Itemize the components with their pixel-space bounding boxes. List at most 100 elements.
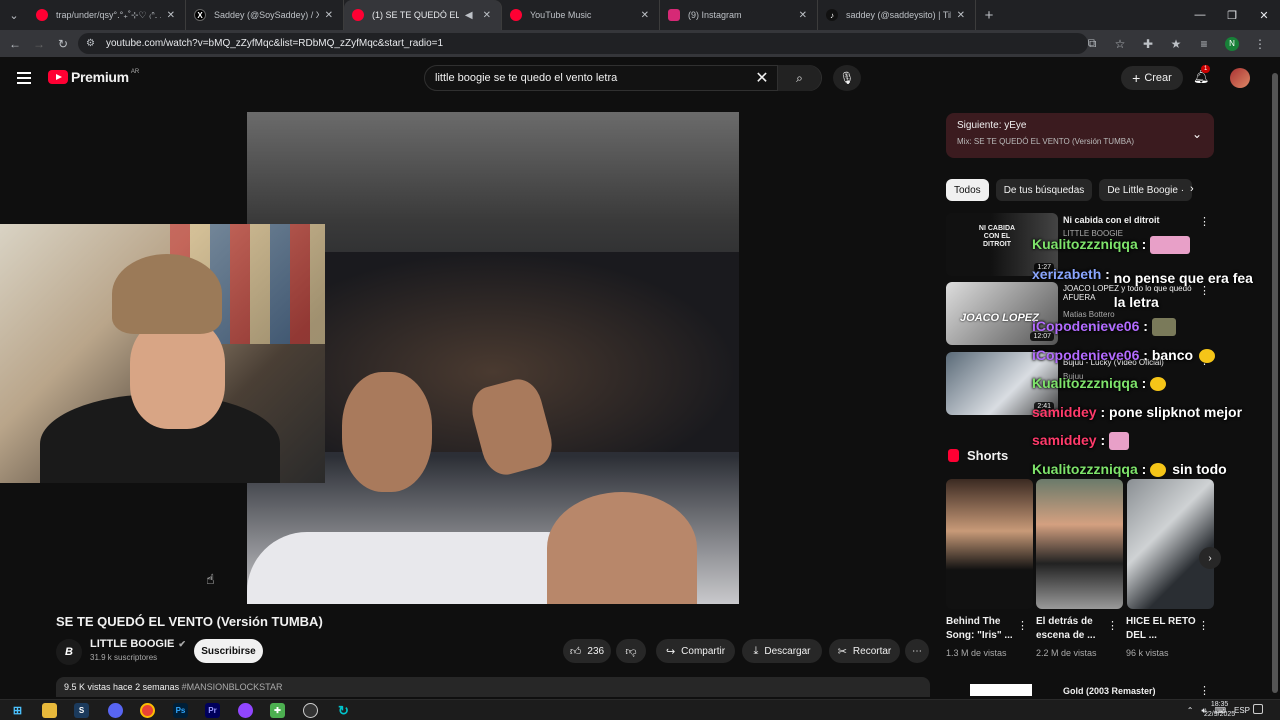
shorts-next-button[interactable]: › xyxy=(1199,547,1221,569)
chat-text: sin todo xyxy=(1172,461,1227,477)
more-vertical-icon[interactable]: ⋮ xyxy=(1198,619,1209,632)
page-scrollbar[interactable] xyxy=(1270,57,1280,699)
windows-start-icon[interactable]: ⊞ xyxy=(10,703,25,718)
tray-overflow-icon[interactable]: ⌃ xyxy=(1187,706,1194,715)
profile-avatar[interactable]: N xyxy=(1225,36,1239,51)
system-clock[interactable]: 18:35 22/9/2025 xyxy=(1204,700,1235,720)
chip-todos[interactable]: Todos xyxy=(946,179,989,201)
bookmarks-icon[interactable]: ★ xyxy=(1162,37,1190,51)
filter-chips: Todos De tus búsquedas De Little Boogie … xyxy=(946,179,1199,201)
tab-title: YouTube Music xyxy=(530,10,592,20)
more-horizontal-icon: ⋯ xyxy=(912,645,922,657)
short-thumbnail[interactable] xyxy=(1127,479,1214,609)
chat-message: xerizabeth : no pense que era fea la let… xyxy=(1032,266,1264,314)
channel-name[interactable]: LITTLE BOOGIE ✔ xyxy=(90,638,186,650)
more-vertical-icon[interactable]: ⋮ xyxy=(1107,619,1118,632)
chevron-right-icon[interactable]: › xyxy=(1190,183,1194,195)
youtube-premium-logo[interactable]: Premium AR xyxy=(48,69,139,85)
chrome-icon[interactable] xyxy=(140,703,155,718)
scrollbar-thumb[interactable] xyxy=(1272,73,1278,693)
speaker-icon[interactable]: ◀︎ xyxy=(465,10,473,21)
account-avatar[interactable] xyxy=(1230,68,1250,88)
close-tab-icon[interactable]: ✕ xyxy=(957,10,965,21)
chat-message: samiddey : pone slipknot mejor xyxy=(1032,404,1243,420)
youtube-music-favicon-icon xyxy=(510,9,522,21)
clock-date: 22/9/2025 xyxy=(1204,711,1236,718)
more-actions-button[interactable]: ⋯ xyxy=(905,639,929,663)
browser-tab-4[interactable]: (9) Instagram ✕ xyxy=(660,0,818,30)
premiere-icon[interactable]: Pr xyxy=(205,703,220,718)
thumbnail-text: JOACO LOPEZ xyxy=(960,312,1039,324)
forward-icon[interactable]: → xyxy=(27,30,51,57)
chat-text: banco xyxy=(1151,347,1194,363)
menu-kebab-icon[interactable]: ⋮ xyxy=(1246,37,1274,51)
more-vertical-icon[interactable]: ⋮ xyxy=(1199,684,1210,697)
restore-icon[interactable]: ❐ xyxy=(1216,0,1248,30)
close-tab-icon[interactable]: ✕ xyxy=(483,10,491,21)
hamburger-menu-icon[interactable] xyxy=(17,72,31,87)
close-tab-icon[interactable]: ✕ xyxy=(325,10,333,21)
plus-icon: + xyxy=(1132,70,1141,86)
hashtag[interactable]: #MANSIONBLOCKSTAR xyxy=(182,682,283,692)
twitch-icon[interactable] xyxy=(238,703,253,718)
notification-center-icon[interactable] xyxy=(1253,704,1263,714)
chip-from-channel[interactable]: De Little Boogie · xyxy=(1099,179,1193,201)
close-window-icon[interactable]: ✕ xyxy=(1248,0,1280,30)
browser-tab-2-active[interactable]: (1) SE TE QUEDÓ EL VENTO ◀︎ ✕ xyxy=(344,0,502,30)
clip-button[interactable]: ✂ Recortar xyxy=(829,639,900,663)
subscribe-button[interactable]: Suscribirse xyxy=(194,639,263,663)
photoshop-icon[interactable]: Ps xyxy=(173,703,188,718)
download-button[interactable]: ⤓ Descargar xyxy=(742,639,822,663)
obs-icon[interactable] xyxy=(303,703,318,718)
short-title[interactable]: El detrás de escena de ... xyxy=(1036,615,1114,643)
close-tab-icon[interactable]: ✕ xyxy=(641,10,649,21)
short-title[interactable]: HICE EL RETO DEL ... xyxy=(1126,615,1204,643)
browser-tab-0[interactable]: trap/under/qsy°.°₊˚⊹♡ ₍ᐢ. .ᐢ₎ ₊˚⊹ ✕ xyxy=(28,0,186,30)
back-icon[interactable]: ← xyxy=(3,30,27,57)
url-text: youtube.com/watch?v=bMQ_zZyfMqc&list=RDb… xyxy=(106,38,444,49)
media-control-icon[interactable]: ≡ xyxy=(1190,37,1218,51)
browser-tab-3[interactable]: YouTube Music ✕ xyxy=(502,0,660,30)
voice-search-icon[interactable]: 🎙︎ xyxy=(833,65,861,91)
minecraft-icon[interactable]: ✚ xyxy=(270,703,285,718)
short-thumbnail[interactable] xyxy=(946,479,1033,609)
extensions-icon[interactable]: ✚ xyxy=(1134,37,1162,51)
mix-panel[interactable]: Siguiente: yEye Mix: SE TE QUEDÓ EL VENT… xyxy=(946,113,1214,158)
more-vertical-icon[interactable]: ⋮ xyxy=(1017,619,1028,632)
share-button[interactable]: ↪ Compartir xyxy=(656,639,735,663)
description-box[interactable]: 9.5 K vistas hace 2 semanas #MANSIONBLOC… xyxy=(56,677,930,697)
tab-search-button[interactable]: ⌄ xyxy=(0,0,28,30)
search-box[interactable]: little boogie se te quedo el vento letra… xyxy=(424,65,822,91)
bookmark-star-icon[interactable]: ☆ xyxy=(1106,37,1134,51)
chevron-down-icon[interactable]: ⌄ xyxy=(1192,127,1202,141)
new-tab-button[interactable]: + xyxy=(976,7,1002,24)
file-explorer-icon[interactable] xyxy=(42,703,57,718)
more-vertical-icon[interactable]: ⋮ xyxy=(1199,215,1210,228)
close-tab-icon[interactable]: ✕ xyxy=(799,10,807,21)
browser-tab-1[interactable]: X Saddey (@SoySaddey) / X ✕ xyxy=(186,0,344,30)
tab-title: (9) Instagram xyxy=(688,10,742,20)
short-title[interactable]: Behind The Song: "Iris" ... xyxy=(946,615,1024,643)
search-input[interactable]: little boogie se te quedo el vento letra xyxy=(425,72,747,84)
notifications-bell-icon[interactable]: 🔔︎ 1 xyxy=(1193,65,1211,85)
browser-tab-5[interactable]: ♪ saddey (@saddeysito) | TikTok ✕ xyxy=(818,0,976,30)
create-button[interactable]: + Crear xyxy=(1121,66,1183,90)
short-thumbnail[interactable] xyxy=(1036,479,1123,609)
like-button[interactable]: 👍︎ 236 xyxy=(563,639,611,663)
language-indicator[interactable]: ESP xyxy=(1234,706,1250,715)
channel-avatar[interactable]: B xyxy=(56,639,82,665)
reload-icon[interactable]: ↻ xyxy=(51,30,75,57)
install-app-icon[interactable]: ⧉ xyxy=(1078,36,1106,51)
site-settings-icon[interactable]: ⚙ xyxy=(86,38,100,49)
steam-icon[interactable]: S xyxy=(74,703,89,718)
tab-title: saddey (@saddeysito) | TikTok xyxy=(846,10,951,20)
search-button[interactable]: ⌕ xyxy=(777,65,821,91)
minimize-icon[interactable]: — xyxy=(1184,0,1216,30)
clear-search-icon[interactable]: ✕ xyxy=(747,68,777,88)
chip-from-searches[interactable]: De tus búsquedas xyxy=(995,179,1093,201)
discord-icon[interactable] xyxy=(108,703,123,718)
capcut-icon[interactable]: ↻ xyxy=(336,703,351,718)
close-tab-icon[interactable]: ✕ xyxy=(167,10,175,21)
address-bar[interactable]: ⚙ youtube.com/watch?v=bMQ_zZyfMqc&list=R… xyxy=(78,33,1088,54)
dislike-button[interactable]: 👎︎ xyxy=(616,639,646,663)
